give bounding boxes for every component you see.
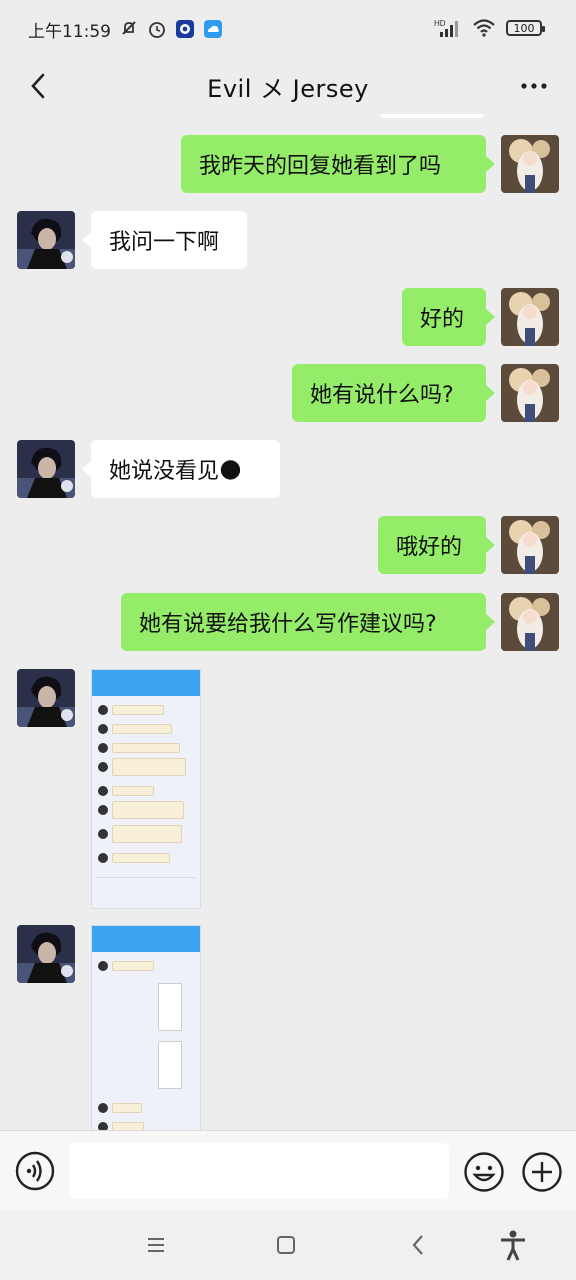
- home-button[interactable]: [271, 1230, 301, 1260]
- emoji-icon: [464, 1152, 504, 1192]
- back-icon: [31, 73, 45, 99]
- contact-avatar[interactable]: [17, 669, 75, 727]
- mute-icon: [122, 21, 136, 35]
- image-header: [92, 926, 200, 952]
- message-text: 好的: [420, 307, 465, 332]
- more-options-button[interactable]: [514, 66, 554, 106]
- message-text: 哦好的: [396, 535, 463, 560]
- bubble-tail: [82, 232, 91, 248]
- voice-input-button[interactable]: [15, 1151, 55, 1191]
- wifi-icon: [473, 19, 495, 37]
- message-text: 她说没看见🌑: [109, 459, 242, 484]
- message-bubble-sent[interactable]: 我昨天的回复她看到了吗: [181, 135, 486, 193]
- message-row: 我问一下啊: [0, 211, 576, 269]
- image-message[interactable]: [91, 669, 201, 909]
- chat-title: Evil メ Jersey: [207, 74, 369, 103]
- back-button[interactable]: [18, 66, 58, 106]
- my-avatar[interactable]: [501, 516, 559, 574]
- image-message[interactable]: [91, 925, 201, 1130]
- message-bubble-sent[interactable]: 哦好的: [378, 516, 486, 574]
- message-row: 我昨天的回复她看到了吗: [0, 135, 576, 193]
- bubble-tail: [486, 537, 495, 553]
- bubble-tail: [486, 385, 495, 401]
- message-bubble-received[interactable]: 她说没看见🌑: [91, 440, 280, 498]
- image-header: [92, 670, 200, 696]
- message-row: [0, 925, 576, 1130]
- bubble-tail: [82, 461, 91, 477]
- contact-avatar[interactable]: [17, 440, 75, 498]
- contact-avatar[interactable]: [17, 211, 75, 269]
- message-bubble-sent[interactable]: 她有说什么吗?: [292, 364, 486, 422]
- previous-bubble-edge: [380, 114, 484, 118]
- message-row: [0, 669, 576, 909]
- home-icon: [277, 1236, 295, 1254]
- message-text: 我问一下啊: [109, 230, 220, 255]
- signal-icon: HD: [434, 19, 458, 37]
- message-input[interactable]: [69, 1143, 449, 1199]
- message-row: 她说没看见🌑: [0, 440, 576, 498]
- bubble-tail: [486, 614, 495, 630]
- message-bubble-sent[interactable]: 好的: [402, 288, 486, 346]
- voice-icon: [15, 1151, 55, 1191]
- more-icon: [521, 83, 547, 89]
- accessibility-button[interactable]: [498, 1230, 528, 1261]
- cloud-app-icon: [204, 20, 222, 38]
- accessibility-icon: [501, 1230, 525, 1261]
- message-row: 她有说要给我什么写作建议吗?: [0, 593, 576, 651]
- chat-area[interactable]: 我昨天的回复她看到了吗 我问一下啊 好的 她有说什么吗? 她说没看见🌑 哦好的 …: [0, 114, 576, 1130]
- menu-button[interactable]: [141, 1230, 171, 1260]
- system-back-button[interactable]: [403, 1230, 433, 1260]
- message-text: 我昨天的回复她看到了吗: [199, 154, 442, 179]
- message-row: 哦好的: [0, 516, 576, 574]
- message-text: 她有说要给我什么写作建议吗?: [139, 612, 437, 637]
- my-avatar[interactable]: [501, 135, 559, 193]
- back-nav-icon: [412, 1235, 423, 1255]
- status-bar: 上午11:59 HD 100: [0, 0, 576, 58]
- system-navigation-bar: [0, 1210, 576, 1280]
- message-bubble-received[interactable]: 我问一下啊: [91, 211, 247, 269]
- message-row: 好的: [0, 288, 576, 346]
- battery-indicator: 100: [506, 20, 545, 36]
- bubble-tail: [486, 156, 495, 172]
- menu-icon: [148, 1238, 164, 1252]
- plus-icon: [522, 1152, 562, 1192]
- status-left-icons: [119, 19, 223, 39]
- chat-header: Evil メ Jersey: [0, 58, 576, 114]
- emoji-button[interactable]: [463, 1151, 505, 1193]
- svg-text:HD: HD: [434, 19, 446, 28]
- bubble-tail: [486, 309, 495, 325]
- contact-avatar[interactable]: [17, 925, 75, 983]
- app-notification-icon: [176, 20, 194, 38]
- alarm-icon: [149, 22, 165, 38]
- status-time: 上午11:59: [28, 21, 111, 42]
- message-row: 她有说什么吗?: [0, 364, 576, 422]
- my-avatar[interactable]: [501, 288, 559, 346]
- status-right: HD 100: [434, 18, 545, 38]
- more-actions-button[interactable]: [521, 1151, 563, 1193]
- my-avatar[interactable]: [501, 364, 559, 422]
- message-bubble-sent[interactable]: 她有说要给我什么写作建议吗?: [121, 593, 486, 651]
- input-bar: [0, 1130, 576, 1210]
- my-avatar[interactable]: [501, 593, 559, 651]
- message-text: 她有说什么吗?: [310, 383, 454, 408]
